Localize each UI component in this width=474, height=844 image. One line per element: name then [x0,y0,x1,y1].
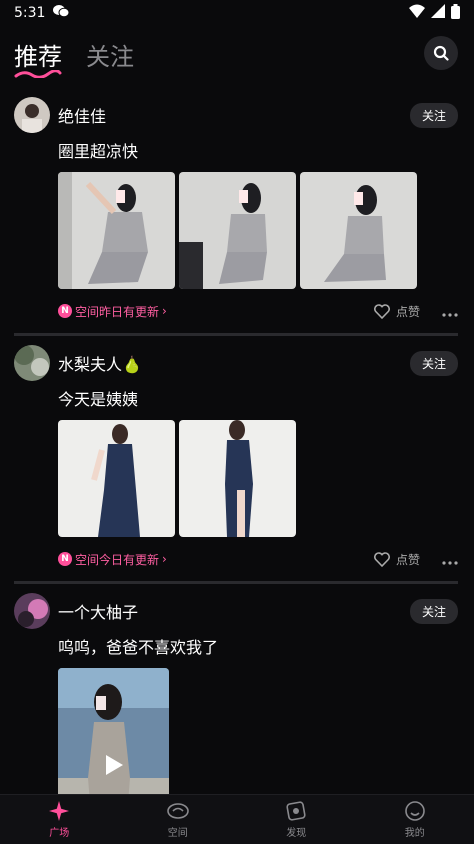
post-text: 呜呜，爸爸不喜欢我了 [58,638,219,657]
space-update-text: 空间今日有更新 [75,552,160,567]
follow-button[interactable]: 关注 [409,350,458,376]
post-image[interactable] [179,172,296,289]
like-button[interactable]: 点赞 [374,551,420,568]
post-text: 今天是姨姨 [58,390,139,409]
post-image[interactable] [58,172,175,289]
more-options-icon[interactable] [442,550,458,569]
like-button[interactable]: 点赞 [374,303,420,320]
username[interactable]: 绝佳佳 [58,103,106,127]
username[interactable]: 水梨夫人🍐 [58,351,142,375]
nav-label: 空间 [167,828,188,839]
wifi-icon [409,4,425,22]
nav-item-space[interactable]: 空间 [119,795,238,844]
space-update-link[interactable]: N 空间昨日有更新 › [58,303,167,320]
space-update-link[interactable]: N 空间今日有更新 › [58,551,167,568]
tab-recommend-label: 推荐 [14,42,62,71]
play-icon[interactable] [100,752,126,778]
heart-icon [374,551,390,567]
nav-item-profile[interactable]: 我的 [356,795,474,844]
image-gallery [58,172,458,289]
feed[interactable]: 绝佳佳 关注 圈里超凉快 N 空间昨日有更新 › 点赞 水梨夫人🍐 关注 今天是… [0,88,474,794]
post-card: 水梨夫人🍐 关注 今天是姨姨 N 空间今日有更新 › 点赞 [0,336,474,584]
tab-underline-decoration [14,69,62,78]
space-update-text: 空间昨日有更新 [75,304,160,319]
signal-icon [431,4,445,22]
status-time: 5:31 [14,5,46,21]
top-tabs: 推荐 关注 [0,30,474,78]
like-label: 点赞 [395,304,420,319]
like-label: 点赞 [395,552,420,567]
post-card: 绝佳佳 关注 圈里超凉快 N 空间昨日有更新 › 点赞 [0,88,474,336]
discover-icon [286,801,306,821]
username[interactable]: 一个大柚子 [58,599,138,623]
bottom-nav: 广场 空间 发现 我的 [0,794,474,844]
image-gallery [58,420,458,537]
more-options-icon[interactable] [442,302,458,321]
space-n-icon: N [58,552,72,566]
follow-button[interactable]: 关注 [409,598,458,624]
heart-icon [374,303,390,319]
avatar[interactable] [14,97,50,133]
search-button[interactable] [424,36,458,70]
status-bar: 5:31 [0,0,474,26]
follow-button[interactable]: 关注 [409,102,458,128]
nav-label: 发现 [286,828,307,839]
plaza-icon [49,801,70,821]
chevron-right-icon: › [162,304,167,318]
chevron-right-icon: › [162,552,167,566]
profile-icon [404,801,425,821]
wechat-icon [53,4,70,22]
post-video[interactable] [58,668,169,794]
post-text: 圈里超凉快 [58,142,139,161]
nav-item-plaza[interactable]: 广场 [0,795,119,844]
avatar[interactable] [14,345,50,381]
tab-follow[interactable]: 关注 [86,37,134,72]
nav-label: 我的 [404,828,425,839]
battery-icon [451,3,460,23]
post-image[interactable] [58,420,175,537]
post-image[interactable] [179,420,296,537]
post-card: 一个大柚子 关注 呜呜，爸爸不喜欢我了 [0,584,474,794]
nav-label: 广场 [49,828,70,839]
search-icon [433,45,449,61]
space-n-icon: N [58,304,72,318]
tab-follow-label: 关注 [86,42,134,71]
avatar[interactable] [14,593,50,629]
post-image[interactable] [300,172,417,289]
nav-item-discover[interactable]: 发现 [237,795,356,844]
space-icon [166,803,189,819]
tab-recommend[interactable]: 推荐 [14,37,62,78]
